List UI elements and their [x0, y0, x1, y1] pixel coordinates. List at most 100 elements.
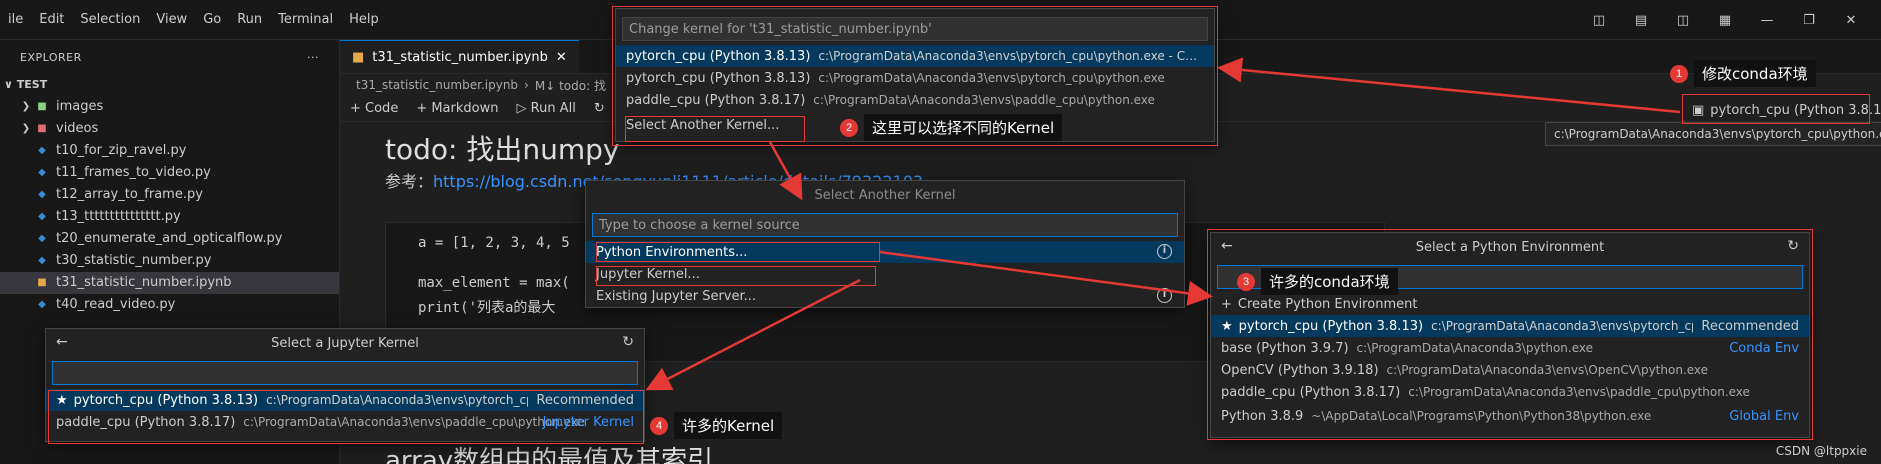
kernel-source-label: Existing Jupyter Server... [596, 288, 757, 304]
tree-item-images[interactable]: ❯ ■ images [0, 96, 339, 118]
explorer-title: EXPLORER [20, 50, 82, 64]
step-text: 许多的conda环境 [1261, 268, 1398, 295]
annotation-callout: 2 这里可以选择不同的Kernel [840, 114, 1063, 141]
chevron-right-icon: ❯ [21, 123, 31, 134]
folder-icon: ■ [37, 101, 47, 112]
annotation-callout: 4 许多的Kernel [650, 412, 783, 439]
step-text: 这里可以选择不同的Kernel [864, 114, 1063, 141]
chevron-down-icon: ∨ [4, 78, 13, 91]
python-file-icon: ◆ [38, 255, 46, 266]
tree-item-file[interactable]: ◆ t10_for_zip_ravel.py [0, 140, 339, 162]
refresh-icon[interactable]: ↻ [622, 334, 634, 350]
annotation-box [596, 242, 880, 262]
kernel-source-input[interactable]: Type to choose a kernel source [592, 213, 1178, 237]
restart-icon[interactable]: ↻ [594, 101, 605, 116]
kernel-source-title: Select Another Kernel [586, 181, 1184, 209]
workspace-name: TEST [16, 78, 48, 91]
video-folder-icon: ■ [37, 123, 47, 134]
tree-item-label: t30_statistic_number.py [56, 253, 212, 268]
step-number: 1 [1670, 64, 1688, 83]
notebook-file-icon: ■ [352, 49, 365, 65]
tree-item-label: t31_statistic_number.ipynb [56, 275, 232, 290]
menu-bar: ile Edit Selection View Go Run Terminal … [0, 0, 387, 40]
watermark: CSDN @ltppxie [1775, 444, 1867, 458]
tab-label: t31_statistic_number.ipynb [372, 49, 548, 65]
markdown-heading: todo: 找出numpy [385, 133, 620, 166]
workspace-folder[interactable]: ∨ TEST [0, 74, 339, 96]
code-line: print('列表a的最大 [418, 300, 556, 316]
add-code-label: Code [365, 101, 399, 116]
menu-view[interactable]: View [148, 0, 195, 40]
chevron-right-icon: › [524, 78, 529, 92]
python-file-icon: ◆ [38, 299, 46, 310]
chevron-right-icon: ❯ [21, 101, 31, 112]
kernel-tooltip: c:\ProgramData\Anaconda3\envs\pytorch_cp… [1545, 122, 1881, 146]
annotation-box [625, 116, 805, 142]
tree-item-file[interactable]: ◆ t20_enumerate_and_opticalflow.py [0, 228, 339, 250]
tree-item-file[interactable]: ◆ t12_array_to_frame.py [0, 184, 339, 206]
close-tab-icon[interactable]: ✕ [556, 50, 567, 65]
more-actions-icon[interactable]: ··· [307, 51, 319, 64]
tree-item-videos[interactable]: ❯ ■ videos [0, 118, 339, 140]
menu-help[interactable]: Help [341, 0, 387, 40]
layout-sidebar-icon[interactable]: ◫ [1591, 12, 1607, 28]
tree-item-label: t40_read_video.py [56, 297, 176, 312]
code-line: max_element = max( [418, 275, 570, 291]
layout-customize-icon[interactable]: ▦ [1717, 12, 1733, 28]
tab-notebook[interactable]: ■ t31_statistic_number.ipynb ✕ [340, 40, 579, 73]
menu-file[interactable]: ile [0, 0, 31, 40]
layout-panel-icon[interactable]: ▤ [1633, 12, 1649, 28]
breadcrumb-cell[interactable]: M↓ todo: 找 [535, 77, 606, 94]
annotation-box [48, 390, 644, 444]
tree-item-file[interactable]: ◆ t30_statistic_number.py [0, 250, 339, 272]
minimize-icon[interactable]: — [1759, 12, 1775, 28]
menu-edit[interactable]: Edit [31, 0, 72, 40]
tree-item-file[interactable]: ◆ t40_read_video.py [0, 294, 339, 316]
jupyter-kernel-input[interactable] [52, 361, 638, 385]
tree-item-file[interactable]: ◆ t13_ttttttttttttttt.py [0, 206, 339, 228]
restore-icon[interactable]: ❐ [1801, 12, 1817, 28]
annotation-box [596, 266, 876, 286]
menu-terminal[interactable]: Terminal [270, 0, 341, 40]
python-file-icon: ◆ [38, 145, 46, 156]
info-icon[interactable]: i [1157, 288, 1172, 303]
python-file-icon: ◆ [38, 167, 46, 178]
breadcrumb-file[interactable]: t31_statistic_number.ipynb [356, 78, 518, 92]
tree-item-label: t13_ttttttttttttttt.py [56, 209, 181, 224]
menu-selection[interactable]: Selection [72, 0, 148, 40]
back-arrow-icon[interactable]: ← [56, 334, 68, 350]
tree-item-file[interactable]: ◆ t11_frames_to_video.py [0, 162, 339, 184]
explorer-header: EXPLORER ··· [0, 40, 339, 74]
layout-secondary-icon[interactable]: ◫ [1675, 12, 1691, 28]
tree-item-label: t11_frames_to_video.py [56, 165, 211, 180]
annotation-box [1207, 229, 1813, 440]
step-text: 许多的Kernel [674, 412, 783, 439]
tree-item-file-selected[interactable]: ■ t31_statistic_number.ipynb [0, 272, 339, 294]
add-code-button[interactable]: + Code [350, 101, 398, 116]
notebook-file-icon: ■ [37, 277, 47, 288]
annotation-box [1682, 94, 1870, 124]
add-markdown-button[interactable]: + Markdown [416, 101, 498, 116]
plus-icon: + [350, 101, 366, 116]
kernel-source-title-text: Select Another Kernel [814, 187, 956, 203]
run-all-label: Run All [530, 101, 576, 116]
step-number: 2 [840, 118, 858, 137]
close-icon[interactable]: ✕ [1843, 12, 1859, 28]
run-all-button[interactable]: ▷ Run All [516, 101, 575, 116]
tree-item-label: videos [56, 121, 99, 136]
python-file-icon: ◆ [38, 233, 46, 244]
tree-item-label: t12_array_to_frame.py [56, 187, 203, 202]
tree-item-label: t10_for_zip_ravel.py [56, 143, 187, 158]
code-line: a = [1, 2, 3, 4, 5 [418, 235, 570, 251]
jupyter-kernel-title: ← Select a Jupyter Kernel ↻ [46, 329, 644, 357]
play-icon: ▷ [516, 101, 531, 116]
tree-item-label: t20_enumerate_and_opticalflow.py [56, 231, 283, 246]
python-file-icon: ◆ [38, 189, 46, 200]
kernel-source-server[interactable]: Existing Jupyter Server... i [586, 285, 1184, 307]
menu-go[interactable]: Go [195, 0, 229, 40]
reference-label: 参考： [385, 172, 434, 191]
add-markdown-label: Markdown [431, 101, 499, 116]
python-file-icon: ◆ [38, 211, 46, 222]
info-icon[interactable]: i [1157, 244, 1172, 259]
menu-run[interactable]: Run [229, 0, 270, 40]
